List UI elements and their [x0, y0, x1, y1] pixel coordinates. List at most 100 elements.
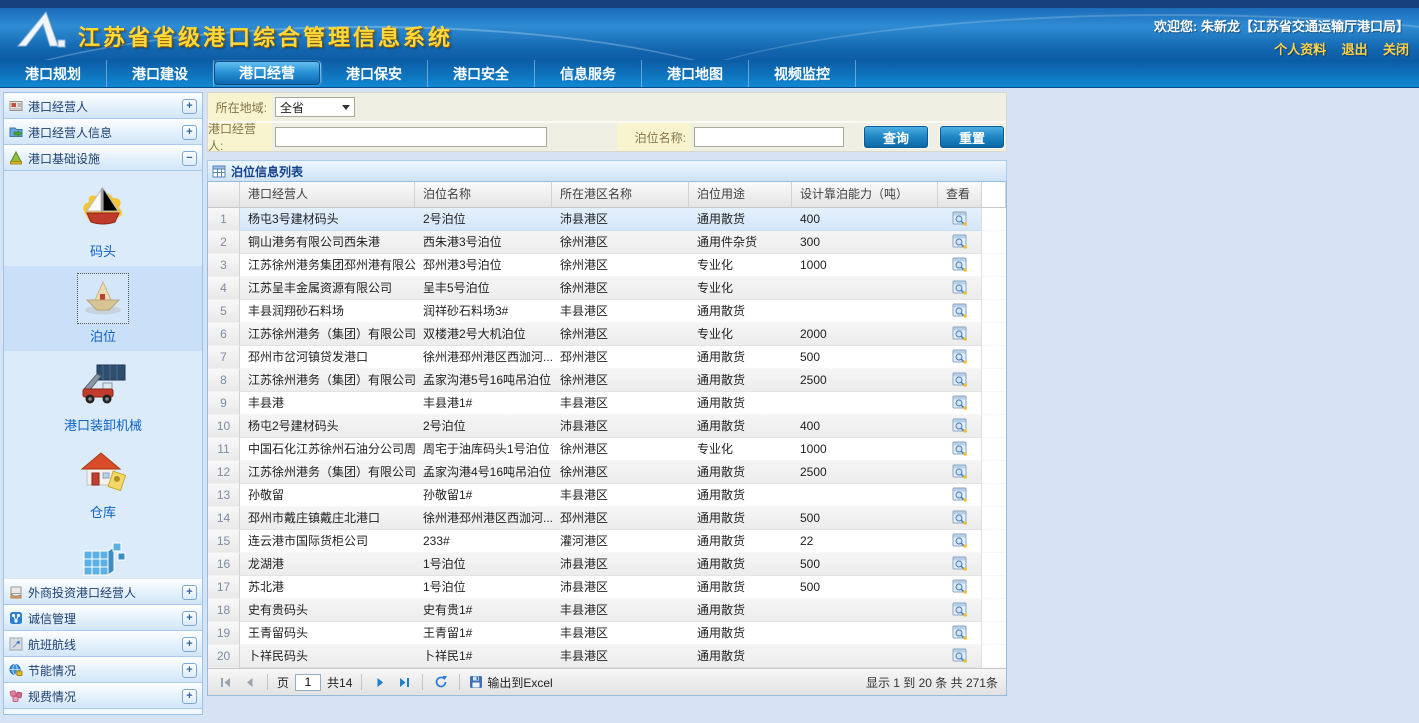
table-row[interactable]: 7邳州市岔河镇贷发港口徐州港邳州港区西泇河...邳州港区通用散货500 [208, 346, 1006, 369]
expand-plus-icon[interactable]: + [182, 611, 197, 626]
table-row[interactable]: 17苏北港1号泊位沛县港区通用散货500 [208, 576, 1006, 599]
view-button[interactable] [938, 484, 982, 507]
table-row[interactable]: 8江苏徐州港务（集团）有限公司孟家沟港5号16吨吊泊位徐州港区通用散货2500 [208, 369, 1006, 392]
sidebar-item-fees[interactable]: 规费情况 + [4, 683, 202, 709]
reset-button[interactable]: 重置 [940, 126, 1004, 148]
view-button[interactable] [938, 530, 982, 553]
sidebar-item-credit-management[interactable]: 诚信管理 + [4, 605, 202, 631]
prev-page-button[interactable] [240, 673, 258, 691]
main-navbar: 港口规划 港口建设 港口经营 港口保安 港口安全 信息服务 港口地图 视频监控 [0, 60, 1419, 88]
view-icon [952, 395, 968, 410]
table-row[interactable]: 6江苏徐州港务（集团）有限公司双楼港2号大机泊位徐州港区专业化2000 [208, 323, 1006, 346]
table-row[interactable]: 12江苏徐州港务（集团）有限公司孟家沟港4号16吨吊泊位徐州港区通用散货2500 [208, 461, 1006, 484]
table-row[interactable]: 16龙湖港1号泊位沛县港区通用散货500 [208, 553, 1006, 576]
sidebar-item-label: 节能情况 [28, 662, 177, 679]
table-row[interactable]: 20卜祥民码头卜祥民1#丰县港区通用散货 [208, 645, 1006, 668]
cell-port-area: 丰县港区 [552, 599, 689, 622]
view-button[interactable] [938, 346, 982, 369]
view-button[interactable] [938, 599, 982, 622]
table-row[interactable]: 5丰县润翔砂石料场润祥砂石料场3#丰县港区通用散货 [208, 300, 1006, 323]
cell-row-number: 12 [208, 461, 240, 484]
cell-row-number: 9 [208, 392, 240, 415]
sidebar-item-port-operators[interactable]: 港口经营人 + [4, 93, 202, 119]
next-page-button[interactable] [371, 673, 389, 691]
facility-item-berth[interactable]: 泊位 [4, 266, 202, 351]
operator-input[interactable] [275, 127, 547, 147]
col-berth-usage[interactable]: 泊位用途 [689, 182, 792, 207]
table-row[interactable]: 2铜山港务有限公司西朱港西朱港3号泊位徐州港区通用件杂货300 [208, 231, 1006, 254]
tab-port-planning[interactable]: 港口规划 [0, 60, 107, 87]
tab-port-security[interactable]: 港口保安 [321, 60, 428, 87]
expand-plus-icon[interactable]: + [182, 585, 197, 600]
sidebar-item-port-infrastructure[interactable]: 港口基础设施 − [4, 145, 202, 171]
facility-item-warehouse[interactable]: 仓库 [4, 440, 202, 527]
facility-item-machinery[interactable]: 港口装卸机械 [4, 351, 202, 440]
col-capacity[interactable]: 设计靠泊能力（吨） [792, 182, 938, 207]
table-row[interactable]: 11中国石化江苏徐州石油分公司周...周宅于油库码头1号泊位徐州港区专业化100… [208, 438, 1006, 461]
view-button[interactable] [938, 231, 982, 254]
facility-item-wharf[interactable]: 码头 [4, 175, 202, 266]
sidebar-item-flight-routes[interactable]: 航班航线 + [4, 631, 202, 657]
view-button[interactable] [938, 553, 982, 576]
profile-link[interactable]: 个人资料 [1274, 42, 1326, 57]
facility-item-stackyard[interactable]: 堆场 [4, 527, 202, 579]
table-row[interactable]: 1杨屯3号建材码头2号泊位沛县港区通用散货400 [208, 208, 1006, 231]
view-button[interactable] [938, 576, 982, 599]
cell-operator: 苏北港 [240, 576, 415, 599]
logout-link[interactable]: 退出 [1342, 42, 1368, 57]
last-page-button[interactable] [395, 673, 413, 691]
expand-plus-icon[interactable]: + [182, 663, 197, 678]
tab-port-map[interactable]: 港口地图 [642, 60, 749, 87]
table-row[interactable]: 14邳州市戴庄镇戴庄北港口徐州港邳州港区西泇河...邳州港区通用散货500 [208, 507, 1006, 530]
export-excel-button[interactable]: 输出到Excel [469, 674, 552, 691]
table-row[interactable]: 10杨屯2号建材码头2号泊位沛县港区通用散货400 [208, 415, 1006, 438]
region-select[interactable]: 全省 [275, 97, 355, 117]
view-button[interactable] [938, 254, 982, 277]
tab-port-construction[interactable]: 港口建设 [107, 60, 214, 87]
sidebar-item-label: 诚信管理 [28, 610, 177, 627]
expand-plus-icon[interactable]: + [182, 689, 197, 704]
view-button[interactable] [938, 300, 982, 323]
refresh-button[interactable] [432, 673, 450, 691]
view-button[interactable] [938, 323, 982, 346]
page-number-input[interactable] [295, 674, 321, 691]
cell-capacity [792, 484, 938, 507]
view-button[interactable] [938, 277, 982, 300]
view-button[interactable] [938, 645, 982, 668]
table-row[interactable]: 3江苏徐州港务集团邳州港有限公司邳州港3号泊位徐州港区专业化1000 [208, 254, 1006, 277]
col-berth-name[interactable]: 泊位名称 [415, 182, 552, 207]
view-button[interactable] [938, 369, 982, 392]
view-button[interactable] [938, 461, 982, 484]
berth-name-input[interactable] [694, 127, 844, 147]
collapse-minus-icon[interactable]: − [182, 151, 197, 166]
table-row[interactable]: 13孙敬留孙敬留1#丰县港区通用散货 [208, 484, 1006, 507]
expand-plus-icon[interactable]: + [182, 125, 197, 140]
table-row[interactable]: 18史有贵码头史有贵1#丰县港区通用散货 [208, 599, 1006, 622]
col-operator[interactable]: 港口经营人 [240, 182, 415, 207]
tab-info-service[interactable]: 信息服务 [535, 60, 642, 87]
view-button[interactable] [938, 438, 982, 461]
view-button[interactable] [938, 392, 982, 415]
sidebar-item-foreign-operators[interactable]: 外商投资港口经营人 + [4, 579, 202, 605]
table-row[interactable]: 15连云港市国际货柜公司233#灌河港区通用散货22 [208, 530, 1006, 553]
table-row[interactable]: 4江苏呈丰金属资源有限公司呈丰5号泊位徐州港区专业化 [208, 277, 1006, 300]
view-button[interactable] [938, 507, 982, 530]
view-button[interactable] [938, 415, 982, 438]
table-row[interactable]: 9丰县港丰县港1#丰县港区通用散货 [208, 392, 1006, 415]
table-row[interactable]: 19王青留码头王青留1#丰县港区通用散货 [208, 622, 1006, 645]
search-button[interactable]: 查询 [864, 126, 928, 148]
tab-port-operation[interactable]: 港口经营 [214, 61, 321, 85]
expand-plus-icon[interactable]: + [182, 637, 197, 652]
tab-port-safety[interactable]: 港口安全 [428, 60, 535, 87]
tab-video-monitor[interactable]: 视频监控 [749, 60, 856, 87]
sidebar-item-operator-info[interactable]: 港口经营人信息 + [4, 119, 202, 145]
row-gutter [982, 622, 1006, 645]
view-button[interactable] [938, 208, 982, 231]
sidebar-item-energy-saving[interactable]: 节能情况 + [4, 657, 202, 683]
view-icon [952, 326, 968, 341]
col-port-area[interactable]: 所在港区名称 [552, 182, 689, 207]
close-link[interactable]: 关闭 [1383, 42, 1409, 57]
view-button[interactable] [938, 622, 982, 645]
first-page-button[interactable] [216, 673, 234, 691]
expand-plus-icon[interactable]: + [182, 99, 197, 114]
